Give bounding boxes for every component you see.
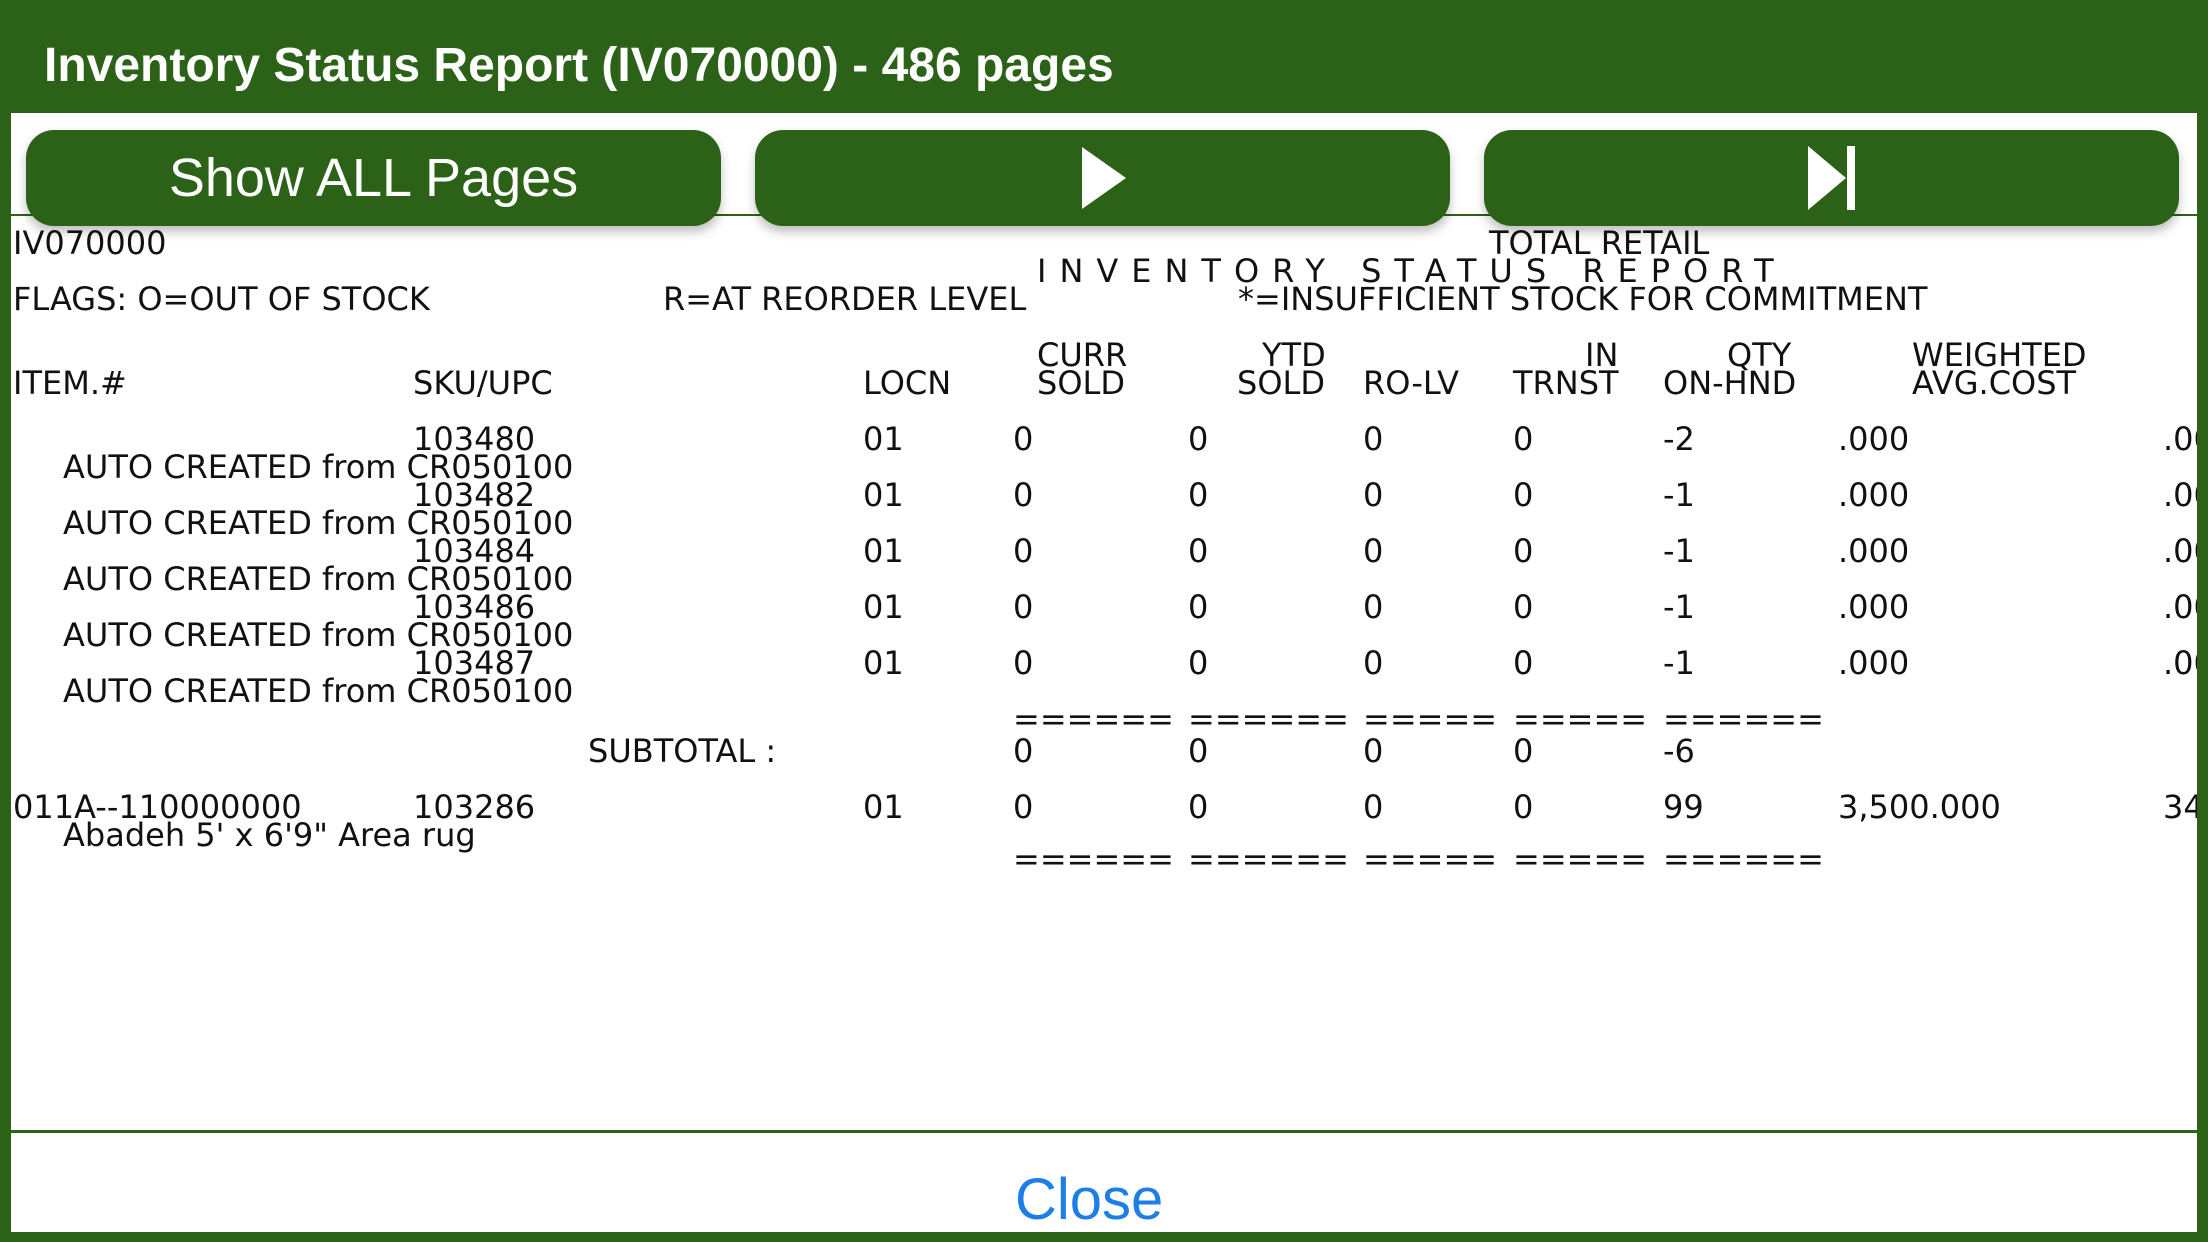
subtotal-curr: 0 <box>1013 732 1034 770</box>
row-total-retail: .00 <box>2163 644 2197 682</box>
col-header-qty-onhnd: ON-HND <box>1663 364 1797 402</box>
row-total-retail: .00 <box>2163 476 2197 514</box>
row-rolv: 0 <box>1363 476 1384 514</box>
row-in-trnst: 0 <box>1513 476 1534 514</box>
row-in-trnst: 0 <box>1513 644 1534 682</box>
flag-insufficient-stock: *=INSUFFICIENT STOCK FOR COMMITMENT <box>1238 280 1928 318</box>
row-in-trnst: 0 <box>1513 788 1534 826</box>
separator-ytd: ====== <box>1188 840 1349 878</box>
row-ytd-sold: 0 <box>1188 476 1209 514</box>
row-qty-onhnd: -2 <box>1663 420 1695 458</box>
separator-curr: ====== <box>1013 700 1174 738</box>
row-avg-cost: 3,500.000 <box>1838 788 2001 826</box>
row-avg-cost: .000 <box>1838 420 1910 458</box>
row-locn: 01 <box>863 420 904 458</box>
row-curr-sold: 0 <box>1013 420 1034 458</box>
col-header-curr-sold: SOLD <box>1037 364 1125 402</box>
row-total-retail: .00 <box>2163 588 2197 626</box>
row-curr-sold: 0 <box>1013 644 1034 682</box>
row-rolv: 0 <box>1363 420 1384 458</box>
window-title: Inventory Status Report (IV070000) - 486… <box>44 39 1114 92</box>
row-avg-cost: .000 <box>1838 588 1910 626</box>
col-header-item: ITEM.# <box>13 364 127 402</box>
row-ytd-sold: 0 <box>1188 420 1209 458</box>
row-avg-cost: .000 <box>1838 532 1910 570</box>
last-page-button[interactable] <box>1484 130 2179 226</box>
row-qty-onhnd: -1 <box>1663 476 1695 514</box>
report-panel: Show ALL Pages IV070000 TOTAL RETAIL INV… <box>11 113 2197 1232</box>
subtotal-in: 0 <box>1513 732 1534 770</box>
report-viewer-window: Inventory Status Report (IV070000) - 486… <box>0 0 2208 1242</box>
show-all-pages-label: Show ALL Pages <box>168 148 579 208</box>
row-total-retail: 34 <box>2163 788 2197 826</box>
row-total-retail: .00 <box>2163 420 2197 458</box>
row-total-retail: .00 <box>2163 532 2197 570</box>
row-qty-onhnd: 99 <box>1663 788 1704 826</box>
row-locn: 01 <box>863 788 904 826</box>
col-header-locn: LOCN <box>863 364 952 402</box>
row-avg-cost: .000 <box>1838 644 1910 682</box>
col-header-in-trnst: TRNST <box>1513 364 1619 402</box>
row-ytd-sold: 0 <box>1188 788 1209 826</box>
row-locn: 01 <box>863 588 904 626</box>
row-description: Abadeh 5' x 6'9" Area rug <box>63 816 476 854</box>
row-curr-sold: 0 <box>1013 588 1034 626</box>
row-rolv: 0 <box>1363 644 1384 682</box>
row-locn: 01 <box>863 476 904 514</box>
report-id: IV070000 <box>13 224 167 262</box>
flag-reorder-level: R=AT REORDER LEVEL <box>663 280 1027 318</box>
row-qty-onhnd: -1 <box>1663 588 1695 626</box>
show-all-pages-button[interactable]: Show ALL Pages <box>26 130 721 226</box>
subtotal-rolv: 0 <box>1363 732 1384 770</box>
col-header-sku: SKU/UPC <box>413 364 553 402</box>
row-avg-cost: .000 <box>1838 476 1910 514</box>
row-rolv: 0 <box>1363 788 1384 826</box>
row-description: AUTO CREATED from CR050100 <box>63 672 574 710</box>
row-in-trnst: 0 <box>1513 420 1534 458</box>
subtotal-label: SUBTOTAL : <box>588 732 777 770</box>
play-triangle-icon <box>1081 147 1126 209</box>
row-rolv: 0 <box>1363 532 1384 570</box>
separator-ytd: ====== <box>1188 700 1349 738</box>
flag-out-of-stock: FLAGS: O=OUT OF STOCK <box>13 280 430 318</box>
separator-qty: ====== <box>1663 840 1824 878</box>
skip-to-end-icon <box>1807 146 1855 210</box>
separator-rolv: ===== <box>1363 700 1498 738</box>
separator-in: ===== <box>1513 700 1648 738</box>
row-qty-onhnd: -1 <box>1663 532 1695 570</box>
row-in-trnst: 0 <box>1513 532 1534 570</box>
subtotal-ytd: 0 <box>1188 732 1209 770</box>
row-ytd-sold: 0 <box>1188 644 1209 682</box>
col-header-rolv: RO-LV <box>1363 364 1460 402</box>
separator-curr: ====== <box>1013 840 1174 878</box>
report-content[interactable]: IV070000 TOTAL RETAIL INVENTORY STATUS R… <box>11 214 2197 1133</box>
row-locn: 01 <box>863 644 904 682</box>
row-qty-onhnd: -1 <box>1663 644 1695 682</box>
row-rolv: 0 <box>1363 588 1384 626</box>
row-curr-sold: 0 <box>1013 476 1034 514</box>
row-ytd-sold: 0 <box>1188 588 1209 626</box>
row-curr-sold: 0 <box>1013 788 1034 826</box>
row-locn: 01 <box>863 532 904 570</box>
row-curr-sold: 0 <box>1013 532 1034 570</box>
separator-in: ===== <box>1513 840 1648 878</box>
footer: Close <box>11 1130 2197 1232</box>
next-page-button[interactable] <box>755 130 1450 226</box>
col-header-ytd-sold: SOLD <box>1237 364 1325 402</box>
close-button[interactable]: Close <box>1015 1166 1163 1232</box>
subtotal-qty: -6 <box>1663 732 1695 770</box>
row-ytd-sold: 0 <box>1188 532 1209 570</box>
col-header-avg-cost: AVG.COST <box>1912 364 2077 402</box>
row-in-trnst: 0 <box>1513 588 1534 626</box>
separator-rolv: ===== <box>1363 840 1498 878</box>
